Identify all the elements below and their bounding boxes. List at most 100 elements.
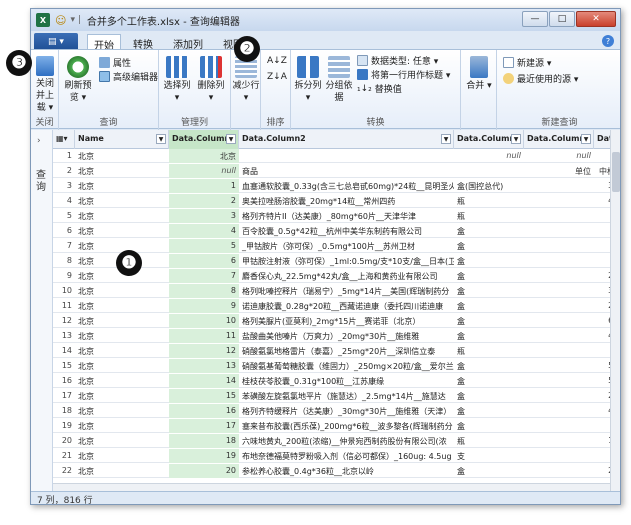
grid-cell[interactable] bbox=[524, 314, 594, 328]
grid-cell[interactable]: 9 bbox=[53, 269, 75, 283]
column-header-data-column5[interactable]: Data.Col bbox=[594, 130, 610, 149]
properties-button[interactable]: 属性 bbox=[99, 56, 131, 69]
grid-cell[interactable] bbox=[524, 404, 594, 418]
grid-cell[interactable]: 北京 bbox=[75, 179, 169, 193]
table-row[interactable]: 14北京12硝酸氨氯地格雷片（泰嘉）_25mg*20片__深圳信立泰瓶 77 bbox=[53, 344, 610, 358]
grid-cell[interactable]: null bbox=[524, 149, 594, 163]
grid-cell[interactable]: 格列齐特片II（达美康）_80mg*60片__天津华津 bbox=[239, 209, 454, 223]
grid-cell[interactable]: 单位 bbox=[524, 164, 594, 178]
grid-cell[interactable] bbox=[524, 464, 594, 478]
grid-cell[interactable]: 40.95 bbox=[594, 194, 610, 208]
new-source-button[interactable]: 新建源 ▾ bbox=[503, 56, 551, 69]
column-header-data-column1[interactable]: Data.Column1 ▼ bbox=[169, 130, 239, 149]
grid-cell[interactable]: 北京 bbox=[75, 329, 169, 343]
grid-cell[interactable] bbox=[524, 284, 594, 298]
grid-cell[interactable]: 盒 bbox=[454, 314, 524, 328]
grid-cell[interactable]: 67.74 bbox=[594, 314, 610, 328]
grid-cell[interactable]: 硝酸氨基葡萄糖胶囊（维固力）_250mg×20粒/盒__爱尔兰 bbox=[239, 359, 454, 373]
grid-cell[interactable]: 15 bbox=[169, 389, 239, 403]
grid-cell[interactable]: 48.2 bbox=[594, 449, 610, 463]
table-row[interactable]: 13北京11盐酸曲美他嗪片（万爽力）_20mg*30片__施维雅盒 47.39 bbox=[53, 329, 610, 343]
grid-cell[interactable]: 奥美拉唑肠溶胶囊_20mg*14粒__常州四药 bbox=[239, 194, 454, 208]
grid-cell[interactable]: 格列美脲片(亚莫利)_2mg*15片__赛诺菲（北京） bbox=[239, 314, 454, 328]
grid-cell[interactable]: 20 bbox=[53, 434, 75, 448]
filter-dropdown-icon[interactable]: ▼ bbox=[226, 134, 236, 144]
column-header-data-column3[interactable]: Data.Column3 ▼ bbox=[454, 130, 524, 149]
grid-cell[interactable]: 北京 bbox=[75, 299, 169, 313]
grid-cell[interactable]: 77 bbox=[594, 344, 610, 358]
grid-cell[interactable]: 4 bbox=[53, 194, 75, 208]
minimize-button[interactable]: — bbox=[522, 11, 548, 27]
grid-cell[interactable]: 北京 bbox=[75, 314, 169, 328]
grid-cell[interactable]: 北京 bbox=[75, 464, 169, 478]
grid-cell[interactable]: 盒(国控总代) bbox=[454, 179, 524, 193]
grid-cell[interactable]: 盒 bbox=[454, 284, 524, 298]
grid-cell[interactable]: 北京 bbox=[75, 434, 169, 448]
grid-cell[interactable]: 格列吡嗪控释片（瑞易宁）_5mg*14片__美国(辉瑞制药分 bbox=[239, 284, 454, 298]
grid-cell[interactable]: 154 bbox=[594, 254, 610, 268]
sort-descending-button[interactable]: Z↓A bbox=[267, 72, 287, 82]
grid-cell[interactable]: 诺迪康胶囊_0.28g*20粒__西藏诺迪康（委托四川诺迪康 bbox=[239, 299, 454, 313]
grid-cell[interactable]: 北京 bbox=[75, 419, 169, 433]
grid-cell[interactable]: 北京 bbox=[75, 149, 169, 163]
grid-cell[interactable]: 盒 bbox=[454, 374, 524, 388]
grid-cell[interactable]: 10 bbox=[169, 314, 239, 328]
grid-cell[interactable]: 中标价格 bbox=[594, 164, 610, 178]
choose-columns-button[interactable]: 选择列 ▾ bbox=[161, 56, 193, 104]
grid-cell[interactable]: 8 bbox=[53, 254, 75, 268]
grid-cell[interactable] bbox=[524, 389, 594, 403]
column-header-data-column2[interactable]: Data.Column2 ▼ bbox=[239, 130, 454, 149]
grid-cell[interactable]: 布地奈德福莫特罗粉吸入剂（信必可都保）_160ug: 4.5ug bbox=[239, 449, 454, 463]
grid-cell[interactable]: 22 bbox=[53, 464, 75, 478]
grid-cell[interactable] bbox=[524, 344, 594, 358]
grid-cell[interactable]: 25.85 bbox=[594, 464, 610, 478]
grid-cell[interactable]: 18 bbox=[53, 404, 75, 418]
table-row[interactable]: 11北京9诺迪康胶囊_0.28g*20粒__西藏诺迪康（委托四川诺迪康盒 20.1… bbox=[53, 299, 610, 313]
grid-cell[interactable]: 8 bbox=[169, 284, 239, 298]
grid-cell[interactable] bbox=[524, 374, 594, 388]
remove-columns-button[interactable]: 删除列 ▾ bbox=[195, 56, 227, 104]
grid-cell[interactable]: 盒 bbox=[454, 359, 524, 373]
grid-cell[interactable]: 格列齐特缓释片（达美康）_30mg*30片__施维雅（天津） bbox=[239, 404, 454, 418]
table-row[interactable]: 17北京15苯磺酸左旋氨氯地平片（施慧达）_2.5mg*14片__施慧达盒 27.… bbox=[53, 389, 610, 403]
table-row[interactable]: 6北京4百令胶囊_0.5g*42粒__杭州中美华东制药有限公司盒 65.1 bbox=[53, 224, 610, 238]
grid-cell[interactable]: 参松养心胶囊_0.4g*36粒__北京以岭 bbox=[239, 464, 454, 478]
table-row[interactable]: 3 北京 1 血塞通软胶囊_0.33g(含三七总皂甙60mg)*24粒__昆明圣火 盒(… bbox=[53, 179, 610, 193]
scroll-thumb[interactable] bbox=[612, 152, 620, 192]
table-row[interactable]: 5北京3格列齐特片II（达美康）_80mg*60片__天津华津瓶 null bbox=[53, 209, 610, 223]
table-menu-icon[interactable]: ▦▾ bbox=[53, 130, 75, 149]
grid-cell[interactable]: 5 bbox=[53, 209, 75, 223]
grid-cell[interactable] bbox=[524, 254, 594, 268]
table-row[interactable]: 2北京null商品 单位中标价格 bbox=[53, 164, 610, 178]
grid-cell[interactable]: 21 bbox=[53, 449, 75, 463]
grid-cell[interactable]: 瓶 bbox=[454, 434, 524, 448]
vertical-scrollbar[interactable] bbox=[610, 130, 620, 493]
grid-cell[interactable]: 商品 bbox=[239, 164, 454, 178]
grid-cell[interactable]: 4 bbox=[169, 224, 239, 238]
grid-cell[interactable]: 六味地黄丸_200粒(浓缩)__仲景宛西制药股份有限公司(浓 bbox=[239, 434, 454, 448]
grid-cell[interactable]: 北京 bbox=[75, 164, 169, 178]
grid-cell[interactable]: 麝香保心丸_22.5mg*42丸/盒__上海和黄药业有限公司 bbox=[239, 269, 454, 283]
filter-dropdown-icon[interactable]: ▼ bbox=[156, 134, 166, 144]
grid-cell[interactable]: _甲钴胺片（弥可保）_0.5mg*100片__苏州卫材 bbox=[239, 239, 454, 253]
grid-cell[interactable]: 塞来昔布胶囊(西乐葆)_200mg*6粒__波多黎各(辉瑞制药分 bbox=[239, 419, 454, 433]
grid-cell[interactable]: 北京 bbox=[75, 359, 169, 373]
grid-cell[interactable]: 17 bbox=[53, 389, 75, 403]
table-row[interactable]: 15北京13硝酸氨基葡萄糖胶囊（维固力）_250mg×20粒/盒__爱尔兰盒 52… bbox=[53, 359, 610, 373]
grid-cell[interactable]: 27.24 bbox=[594, 389, 610, 403]
column-header-data-column4[interactable]: Data.Column4 ▼ bbox=[524, 130, 594, 149]
grid-cell[interactable]: 2 bbox=[169, 194, 239, 208]
grid-cell[interactable]: 10 bbox=[53, 284, 75, 298]
grid-cell[interactable]: null bbox=[594, 149, 610, 163]
grid-cell[interactable]: 6 bbox=[169, 254, 239, 268]
grid-cell[interactable]: null bbox=[594, 209, 610, 223]
help-icon[interactable]: ? bbox=[602, 35, 614, 47]
column-header-name[interactable]: Name ▼ bbox=[75, 130, 169, 149]
grid-cell[interactable]: 5 bbox=[169, 239, 239, 253]
grid-cell[interactable]: 北京 bbox=[75, 194, 169, 208]
grid-cell[interactable]: 血塞通软胶囊_0.33g(含三七总皂甙60mg)*24粒__昆明圣火 bbox=[239, 179, 454, 193]
grid-cell[interactable] bbox=[454, 164, 524, 178]
filter-dropdown-icon[interactable]: ▼ bbox=[581, 134, 591, 144]
table-row[interactable]: 1北京北京nullnullnull bbox=[53, 149, 610, 163]
grid-cell[interactable]: 1 bbox=[169, 179, 239, 193]
